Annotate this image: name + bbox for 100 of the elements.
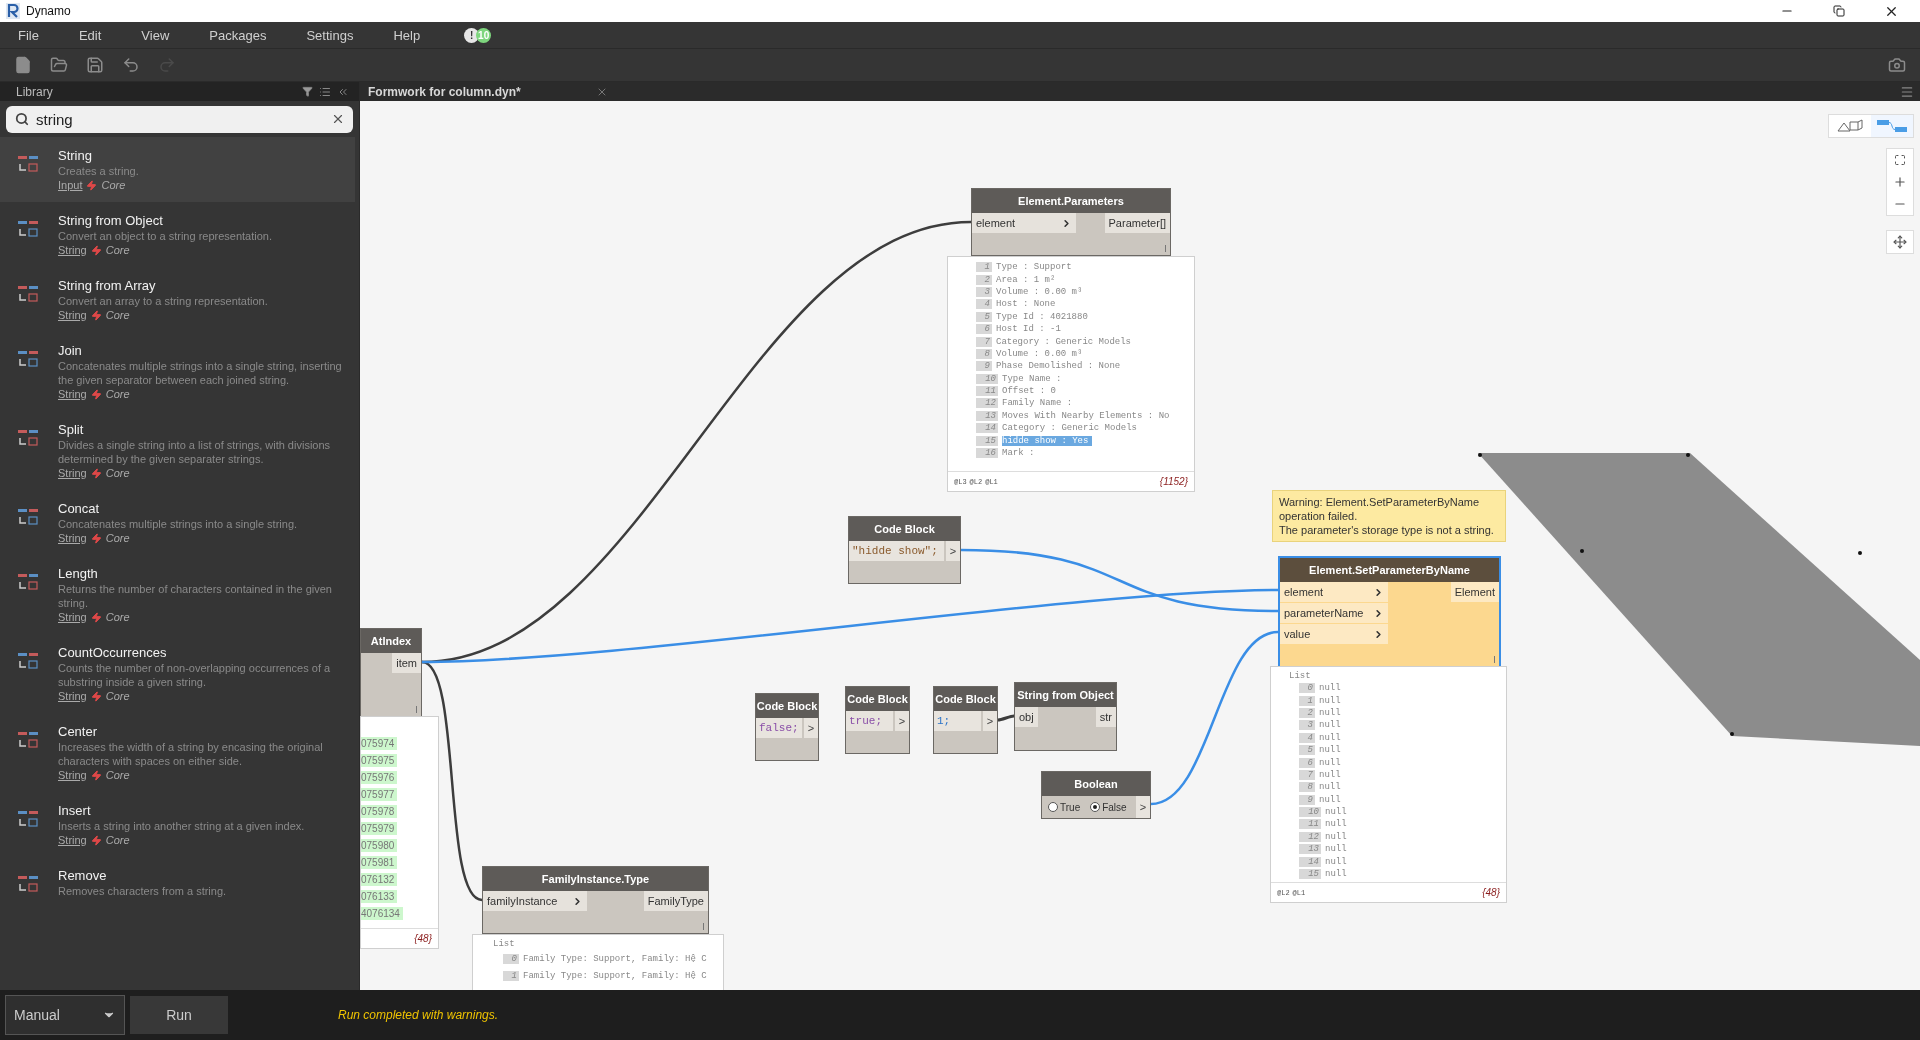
- list-item: Family Name :: [1002, 398, 1074, 409]
- menu-item[interactable]: Edit: [74, 27, 122, 43]
- output-port[interactable]: >: [804, 718, 818, 738]
- output-port[interactable]: FamilyType: [643, 891, 708, 911]
- library-item[interactable]: Concat Concatenates multiple strings into a single string. String Core: [0, 490, 355, 555]
- list-item: Host Id : -1: [996, 324, 1062, 335]
- radio-option[interactable]: False: [1090, 801, 1127, 813]
- item-description: Divides a single string into a list of strings, with divisions determined by the given separater strings.: [58, 438, 332, 466]
- graph-node[interactable]: AtIndex item: [360, 628, 422, 717]
- library-item[interactable]: String from Object Convert an object to a string representation. String Core: [0, 202, 355, 267]
- output-port[interactable]: Element: [1450, 582, 1499, 602]
- new-file-button[interactable]: [14, 56, 32, 74]
- item-name: Insert: [58, 803, 92, 818]
- group-label: Core: [105, 467, 130, 479]
- graph-node[interactable]: String from Object obj str: [1014, 682, 1117, 751]
- list-index: 4: [976, 299, 992, 310]
- list-item: null: [1319, 683, 1342, 694]
- graph-node[interactable]: Code Block "hidde show"; >: [848, 516, 961, 584]
- category-link[interactable]: String: [58, 244, 87, 256]
- library-item[interactable]: CountOccurrences Counts the number of non-overlapping occurrences of a substring inside a given string. String Core: [0, 634, 355, 713]
- menu-item[interactable]: Settings: [302, 27, 374, 43]
- category-link[interactable]: String: [58, 309, 87, 321]
- node-title: Code Block: [849, 517, 960, 541]
- graph-node[interactable]: Boolean True False >: [1041, 771, 1151, 819]
- list-index: 1: [976, 262, 992, 273]
- preview-value: 075981: [361, 856, 398, 869]
- node-title: String from Object: [1015, 683, 1116, 707]
- output-port[interactable]: >: [983, 711, 997, 731]
- input-port[interactable]: element: [1280, 582, 1389, 602]
- input-port[interactable]: value: [1280, 624, 1389, 644]
- list-index: 7: [1299, 769, 1315, 780]
- category-link[interactable]: String: [58, 388, 87, 400]
- screenshot-button[interactable]: [1888, 56, 1906, 74]
- menu-item[interactable]: File: [14, 27, 59, 43]
- filter-button[interactable]: [302, 86, 313, 97]
- graph-node[interactable]: Code Block true; >: [845, 686, 910, 754]
- library-item[interactable]: Length Returns the number of characters contained in the given string. String Core: [0, 555, 355, 634]
- graph-view-button[interactable]: [1871, 115, 1913, 137]
- list-index: 3: [1299, 720, 1315, 731]
- category-link[interactable]: String: [58, 611, 87, 623]
- radio-option[interactable]: True: [1048, 801, 1081, 813]
- chevron-icon: [572, 895, 583, 907]
- output-port[interactable]: >: [895, 711, 909, 731]
- library-item[interactable]: Split Divides a single string into a list of strings, with divisions determined by the given separater strings. String Core: [0, 411, 355, 490]
- output-port[interactable]: >: [946, 541, 960, 561]
- input-port[interactable]: element: [972, 213, 1076, 233]
- graph-node[interactable]: Code Block false; >: [755, 693, 819, 761]
- pan-button[interactable]: [1886, 230, 1914, 254]
- menu-item[interactable]: View: [137, 27, 190, 43]
- run-mode-dropdown[interactable]: Manual: [5, 995, 125, 1035]
- library-item[interactable]: Center Increases the width of a string by encasing the original characters with spaces on either side. String Core: [0, 713, 355, 792]
- item-description: Concatenates multiple strings into a single string, inserting the given separator between each joined string.: [58, 359, 343, 387]
- preview-value: 4076134: [361, 907, 403, 920]
- code-text[interactable]: "hidde show";: [849, 541, 944, 561]
- undo-button[interactable]: [122, 56, 140, 74]
- input-port[interactable]: familyInstance: [483, 891, 587, 911]
- input-port[interactable]: parameterName: [1280, 603, 1389, 623]
- library-item[interactable]: Remove Removes characters from a string.: [0, 857, 355, 909]
- category-link[interactable]: String: [58, 690, 87, 702]
- code-text[interactable]: 1;: [934, 711, 981, 731]
- menu-item[interactable]: Packages: [205, 27, 287, 43]
- output-port[interactable]: item: [392, 653, 421, 673]
- input-port[interactable]: obj: [1015, 707, 1038, 727]
- graph-node[interactable]: Element.SetParameterByName element parameterName value Element: [1278, 556, 1501, 668]
- preview-value: 076133: [361, 890, 398, 903]
- menu-item[interactable]: Help: [389, 27, 441, 43]
- item-name: String: [58, 148, 93, 163]
- output-port[interactable]: >: [1136, 796, 1150, 818]
- list-index: 13: [976, 410, 998, 421]
- graph-node[interactable]: FamilyInstance.Type familyInstance FamilyType: [482, 866, 709, 934]
- library-item[interactable]: Insert Inserts a string into another string at a given index. String Core: [0, 792, 355, 857]
- search-field[interactable]: string: [6, 106, 353, 133]
- output-port[interactable]: Parameter[]: [1104, 213, 1170, 233]
- open-button[interactable]: [50, 56, 68, 74]
- category-link[interactable]: String: [58, 769, 87, 781]
- graph-node[interactable]: Element.Parameters element Parameter[]: [971, 188, 1171, 256]
- library-item[interactable]: Join Concatenates multiple strings into a single string, inserting the given separator between each joined string. String Core: [0, 332, 355, 411]
- item-name: Join: [58, 343, 83, 358]
- list-index: 1: [1299, 695, 1315, 706]
- clear-button[interactable]: [331, 112, 345, 126]
- library-item[interactable]: String from Array Convert an array to a string representation. String Core: [0, 267, 355, 332]
- code-text[interactable]: false;: [756, 718, 802, 738]
- list-item: null: [1319, 707, 1342, 718]
- library-item[interactable]: String Creates a string. Input Core: [0, 137, 355, 202]
- save-button[interactable]: [86, 56, 104, 74]
- category-link[interactable]: String: [58, 467, 87, 479]
- list-index: 7: [976, 336, 992, 347]
- category-link[interactable]: String: [58, 532, 87, 544]
- group-label: Core: [105, 244, 130, 256]
- run-button[interactable]: Run: [130, 996, 228, 1034]
- output-port[interactable]: str: [1095, 707, 1116, 727]
- list-view-button[interactable]: [319, 85, 331, 98]
- category-link[interactable]: Input: [58, 179, 83, 191]
- warning-tooltip: Warning: Element.SetParameterByName operation failed. The parameter's storage type is not a string.: [1272, 490, 1506, 542]
- code-text[interactable]: true;: [846, 711, 893, 731]
- list-item: Area : 1 m²: [996, 274, 1057, 285]
- category-link[interactable]: String: [58, 834, 87, 846]
- item-name: Concat: [58, 501, 101, 516]
- menu-button[interactable]: [1900, 84, 1914, 99]
- graph-node[interactable]: Code Block 1; >: [933, 686, 998, 754]
